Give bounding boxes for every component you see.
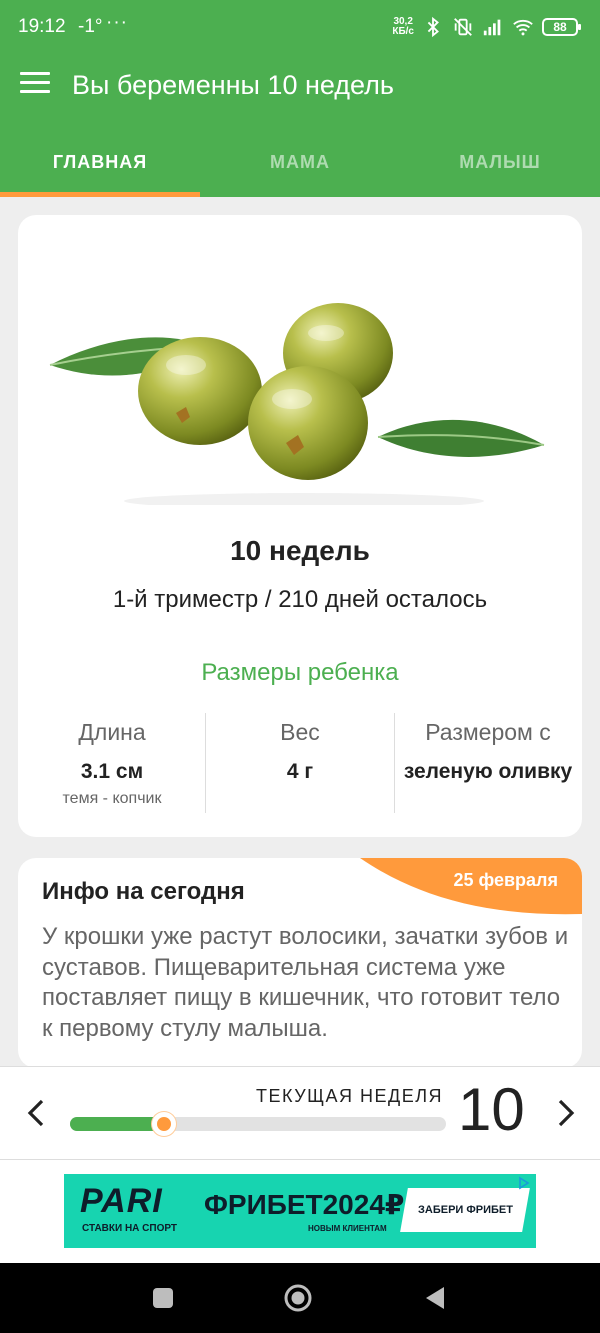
stat-size-value: зеленую оливку bbox=[403, 760, 573, 783]
bluetooth-icon bbox=[427, 16, 439, 38]
current-week-number: 10 bbox=[458, 1076, 525, 1143]
info-title: Инфо на сегодня bbox=[42, 878, 245, 905]
today-info-card[interactable]: 25 февраля Инфо на сегодня У крошки уже … bbox=[18, 858, 582, 1068]
home-icon[interactable] bbox=[283, 1283, 313, 1313]
baby-sizes-title: Размеры ребенка bbox=[201, 659, 399, 686]
olives-image bbox=[49, 303, 545, 505]
active-tab-indicator bbox=[0, 192, 200, 197]
ad-banner[interactable]: PARI СТАВКИ НА СПОРТ ФРИБЕТ2024₽ НОВЫМ К… bbox=[64, 1174, 536, 1248]
stat-size-comparison: Размером с зеленую оливку bbox=[394, 713, 582, 813]
stat-weight-label: Вес bbox=[280, 719, 320, 745]
current-week-label: ТЕКУЩАЯ НЕДЕЛЯ bbox=[256, 1086, 444, 1106]
stat-length-value: 3.1 см bbox=[80, 760, 144, 783]
trimester-days-left: 1-й триместр / 210 дней осталось bbox=[112, 586, 488, 613]
stat-length-label: Длина bbox=[78, 719, 146, 745]
ad-choices-icon[interactable] bbox=[518, 1176, 530, 1190]
stat-weight-value: 4 г bbox=[286, 760, 314, 783]
info-text: У крошки уже растут волосики, зачатки зу… bbox=[42, 923, 569, 1042]
week-progress-track[interactable] bbox=[70, 1112, 446, 1136]
status-time: 19:12 bbox=[18, 16, 66, 37]
app-bar: Вы беременны 10 недель bbox=[0, 56, 600, 116]
app-title: Вы беременны 10 недель bbox=[72, 70, 394, 100]
ad-headline: ФРИБЕТ2024₽ bbox=[204, 1189, 405, 1220]
week-selector: ТЕКУЩАЯ НЕДЕЛЯ 10 bbox=[0, 1066, 600, 1160]
system-nav-bar bbox=[0, 1263, 600, 1333]
stat-length: Длина 3.1 см темя - копчик bbox=[18, 713, 206, 813]
status-bar: 19:12 -1° ··· 30,2 КБ/с 88 bbox=[0, 0, 600, 56]
ad-cta-label: ЗАБЕРИ ФРИБЕТ bbox=[417, 1204, 513, 1216]
week-progress-fill bbox=[70, 1117, 164, 1131]
hamburger-menu-icon[interactable] bbox=[20, 72, 50, 98]
status-more-dots: ··· bbox=[106, 12, 128, 33]
ad-cta-button[interactable]: ЗАБЕРИ ФРИБЕТ bbox=[400, 1188, 530, 1232]
stat-length-note: темя - копчик bbox=[62, 790, 162, 807]
ad-headline-sub: НОВЫМ КЛИЕНТАМ bbox=[308, 1224, 387, 1233]
info-date: 25 февраля bbox=[453, 870, 558, 890]
ad-brand-logo: PARI bbox=[80, 1182, 163, 1220]
status-icons: 30,2 КБ/с 88 bbox=[392, 14, 581, 40]
week-progress-knob[interactable] bbox=[152, 1112, 176, 1136]
next-week-icon[interactable] bbox=[550, 1093, 580, 1133]
ad-brand-tagline: СТАВКИ НА СПОРТ bbox=[82, 1223, 178, 1234]
stat-weight: Вес 4 г bbox=[206, 713, 394, 813]
back-icon[interactable] bbox=[420, 1283, 450, 1313]
tab-mom[interactable]: МАМА bbox=[200, 130, 400, 197]
ad-area: PARI СТАВКИ НА СПОРТ ФРИБЕТ2024₽ НОВЫМ К… bbox=[0, 1160, 600, 1263]
battery-level: 88 bbox=[553, 20, 567, 34]
stat-size-label: Размером с bbox=[425, 719, 551, 745]
recent-apps-icon[interactable] bbox=[148, 1283, 178, 1313]
tab-bar: ГЛАВНАЯ МАМА МАЛЫШ bbox=[0, 130, 600, 197]
week-summary-card: 10 недель 1-й триместр / 210 дней остало… bbox=[18, 215, 582, 837]
baby-stats: Длина 3.1 см темя - копчик Вес 4 г Разме… bbox=[18, 713, 582, 813]
network-speed-unit: КБ/с bbox=[392, 26, 414, 37]
tab-home[interactable]: ГЛАВНАЯ bbox=[0, 130, 200, 197]
top-app-bar: 19:12 -1° ··· 30,2 КБ/с 88 Вы беременны … bbox=[0, 0, 600, 197]
signal-icon bbox=[483, 19, 501, 36]
tab-baby[interactable]: МАЛЫШ bbox=[400, 130, 600, 197]
network-speed: 30,2 КБ/с bbox=[392, 17, 414, 37]
wifi-icon bbox=[513, 19, 533, 36]
previous-week-icon[interactable] bbox=[22, 1093, 52, 1133]
week-title: 10 недель bbox=[230, 535, 370, 566]
battery-icon: 88 bbox=[542, 18, 581, 36]
vibrate-off-icon bbox=[454, 18, 472, 36]
status-temperature: -1° bbox=[78, 16, 103, 37]
